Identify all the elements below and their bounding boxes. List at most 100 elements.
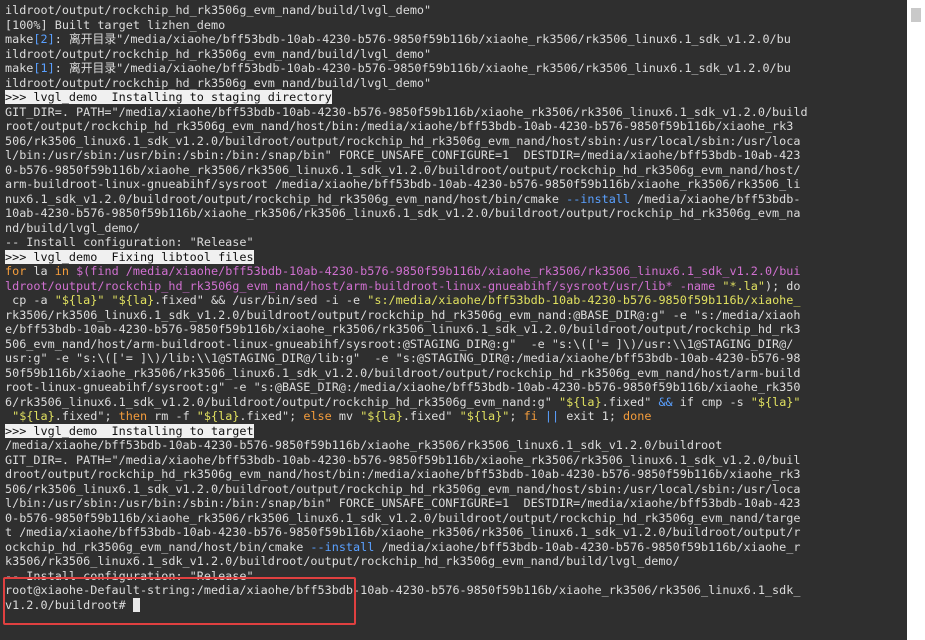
terminal-text-segment: >>> lvgl_demo Fixing libtool files [5,249,254,264]
terminal-text-segment: then [118,409,148,423]
terminal-text-segment: "${la}" [750,394,801,409]
terminal-text-segment: .fixed"; [239,409,304,423]
terminal-text-segment: nux6.1_sdk_v1.2.0/buildroot/output/rockc… [5,191,567,206]
terminal-line: ildroot/output/rockchip_hd_rk3506g_evm_n… [5,3,907,18]
terminal-text-segment: ockchip_hd_rk3506g_evm_nand/host/bin/cma… [5,539,311,554]
terminal-line: 50f59b116b/xiaohe_rk3506/rk3506_linux6.1… [5,366,907,381]
terminal-text-segment: l/bin:/usr/sbin:/usr/bin:/sbin:/bin:/sna… [5,148,801,162]
terminal-text-segment: [100%] Built target lizhen_demo [5,17,226,32]
terminal-text-segment: rk3506/rk3506_linux6.1_sdk_v1.2.0/buildr… [5,307,801,322]
terminal-line: root-linux-gnueabihf/sysroot:g" -e "s:@B… [5,380,907,395]
terminal-text-segment: exit 1; [559,409,624,423]
terminal-line: /media/xiaohe/bff53bdb-10ab-4230-b576-98… [5,438,907,453]
terminal-line: 0-b576-9850f59b116b/xiaohe_rk3506/rk3506… [5,163,907,178]
terminal-line: for la in $(find /media/xiaohe/bff53bdb-… [5,264,907,279]
terminal-text-segment: ildroot/output/rockchip_hd_rk3506g_evm_n… [5,46,432,61]
terminal-text-segment: ildroot/output/rockchip_hd_rk3506g_evm_n… [5,3,432,17]
terminal-text-segment: l/bin:/usr/sbin:/usr/bin:/sbin:/bin:/sna… [5,496,801,510]
terminal-text-segment: nd/build/lvgl_demo/ [5,220,140,235]
terminal-text-segment: /media/xiaohe/bff53bdb- [630,191,801,206]
terminal-text-segment: v1.2.0/buildroot# [5,597,133,612]
terminal-line: e/bff53bdb-10ab-4230-b576-9850f59b116b/x… [5,322,907,337]
terminal-text-segment: .fixed" [402,409,460,423]
terminal-text-segment: 506_evm_nand/host/arm-buildroot-linux-gn… [5,336,794,351]
terminal-text-segment: mv [331,409,361,423]
terminal-text-segment: "${la} [12,409,55,423]
terminal-text-segment: ); do [764,278,801,293]
terminal-text-segment: "${la}" [459,409,510,423]
terminal-text-segment: rm -f [147,409,197,423]
terminal-text-segment: "*.la" [722,278,765,293]
terminal-line: >>> lvgl_demo Fixing libtool files [5,249,907,265]
terminal-text-segment: ldroot/output/rockchip_hd_rk3506g_evm_na… [5,278,723,293]
terminal-text-segment: ; [509,409,524,423]
terminal-text-segment: droot/output/rockchip_hd_rk3506g_evm_nan… [5,467,801,481]
terminal-line: nux6.1_sdk_v1.2.0/buildroot/output/rockc… [5,192,907,207]
terminal-text-segment: 506/rk3506_linux6.1_sdk_v1.2.0/buildroot… [5,481,801,496]
terminal-text-segment: fi [523,409,538,423]
vertical-scrollbar[interactable] [907,0,925,640]
terminal-line: ldroot/output/rockchip_hd_rk3506g_evm_na… [5,279,907,294]
terminal-text-segment: 0-b576-9850f59b116b/xiaohe_rk3506/rk3506… [5,162,801,177]
terminal-line: rk3506/rk3506_linux6.1_sdk_v1.2.0/buildr… [5,308,907,323]
terminal-line: 506/rk3506_linux6.1_sdk_v1.2.0/buildroot… [5,134,907,149]
terminal-text-segment: $(find /media/xiaohe/bff53bdb-10ab-4230-… [76,264,801,278]
terminal-text-segment: 6/rk3506_linux6.1_sdk_v1.2.0/buildroot/o… [5,394,559,409]
terminal-text-segment: /media/xiaohe/bff53bdb-10ab-4230-b576-98… [5,438,723,452]
terminal-line: "${la}.fixed"; then rm -f "${la}.fixed";… [5,409,907,424]
terminal-line: >>> lvgl_demo Installing to staging dire… [5,90,907,105]
terminal-text-segment: : 离开目录"/media/xiaohe/bff53bdb-10ab-4230-… [54,32,791,46]
terminal-text-segment: if cmp -s [672,394,751,409]
terminal-text-segment: && [658,394,673,409]
terminal-text-segment: 10ab-4230-b576-9850f59b116b/xiaohe_rk350… [5,206,801,220]
terminal-cursor [132,597,140,612]
terminal-line: 6/rk3506_linux6.1_sdk_v1.2.0/buildroot/o… [5,395,907,410]
terminal-text-segment: "${la} [111,293,155,307]
terminal-text-segment: GIT_DIR=. PATH="/media/xiaohe/bff53bdb-1… [5,104,808,119]
terminal-text-segment: [2] [33,32,55,46]
terminal-text-segment: .fixed"; [54,409,119,423]
terminal-line: make[1]: 离开目录"/media/xiaohe/bff53bdb-10a… [5,61,907,76]
terminal-text-segment: 50f59b116b/xiaohe_rk3506/rk3506_linux6.1… [5,365,801,380]
terminal-line: 506/rk3506_linux6.1_sdk_v1.2.0/buildroot… [5,482,907,497]
terminal-line: ildroot/output/rockchip_hd_rk3506g_evm_n… [5,47,907,62]
terminal-line: GIT_DIR=. PATH="/media/xiaohe/bff53bdb-1… [5,453,907,468]
terminal-text-segment: e/bff53bdb-10ab-4230-b576-9850f59b116b/x… [5,322,801,336]
terminal-text-segment: /media/xiaohe/bff53bdb-10ab-4230-b576-98… [374,539,801,554]
terminal-text-segment: || [544,409,560,423]
terminal-text-segment: : 离开目录"/media/xiaohe/bff53bdb-10ab-4230-… [54,61,791,75]
terminal-output[interactable]: ildroot/output/rockchip_hd_rk3506g_evm_n… [0,0,907,640]
terminal-line: k3506/rk3506_linux6.1_sdk_v1.2.0/buildro… [5,554,907,569]
terminal-line: arm-buildroot-linux-gnueabihf/sysroot /m… [5,177,907,192]
terminal-text-segment: .fixed" [601,394,659,409]
terminal-line: ockchip_hd_rk3506g_evm_nand/host/bin/cma… [5,540,907,555]
terminal-text-segment: "s:/media/xiaohe/bff53bdb-10ab-4230-b576… [367,293,801,307]
terminal-text-segment: t /media/xiaohe/bff53bdb-10ab-4230-b576-… [5,525,801,539]
terminal-text-segment: GIT_DIR=. PATH="/media/xiaohe/bff53bdb-1… [5,452,801,467]
terminal-line: 10ab-4230-b576-9850f59b116b/xiaohe_rk350… [5,206,907,221]
terminal-line: cp -a "${la}" "${la}.fixed" && /usr/bin/… [5,293,907,308]
terminal-text-segment: arm-buildroot-linux-gnueabihf/sysroot /m… [5,177,801,191]
terminal-text-segment: "${la}" [54,293,105,307]
terminal-text-segment: .fixed" && /usr/bin/sed -i -e [154,293,368,307]
terminal-line: GIT_DIR=. PATH="/media/xiaohe/bff53bdb-1… [5,105,907,120]
terminal-text-segment: ildroot/output/rockchip_hd_rk3506g_evm_n… [5,75,432,90]
terminal-line: t /media/xiaohe/bff53bdb-10ab-4230-b576-… [5,525,907,540]
terminal-text-segment: -- Install configuration: "Release" [5,235,254,249]
terminal-line: [100%] Built target lizhen_demo [5,18,907,33]
terminal-text-segment: --install [566,191,631,206]
terminal-text-segment: root@xiaohe-Default-string:/media/xiaohe… [5,583,801,597]
terminal-line: -- Install configuration: "Release" [5,569,907,584]
terminal-line: -- Install configuration: "Release" [5,235,907,250]
terminal-line: l/bin:/usr/sbin:/usr/bin:/sbin:/bin:/sna… [5,496,907,511]
terminal-text-segment: else [303,409,332,423]
terminal-line: nd/build/lvgl_demo/ [5,221,907,236]
terminal-text-segment: make [5,61,34,75]
terminal-line: root@xiaohe-Default-string:/media/xiaohe… [5,583,907,598]
terminal-text-segment: [1] [33,61,55,75]
terminal-line: v1.2.0/buildroot# [5,597,907,613]
terminal-text-segment: "${la} [360,409,403,423]
scrollbar-thumb[interactable] [911,8,921,22]
terminal-line: root/output/rockchip_hd_rk3506g_evm_nand… [5,119,907,134]
terminal-text-segment: 0-b576-9850f59b116b/xiaohe_rk3506/rk3506… [5,510,801,525]
